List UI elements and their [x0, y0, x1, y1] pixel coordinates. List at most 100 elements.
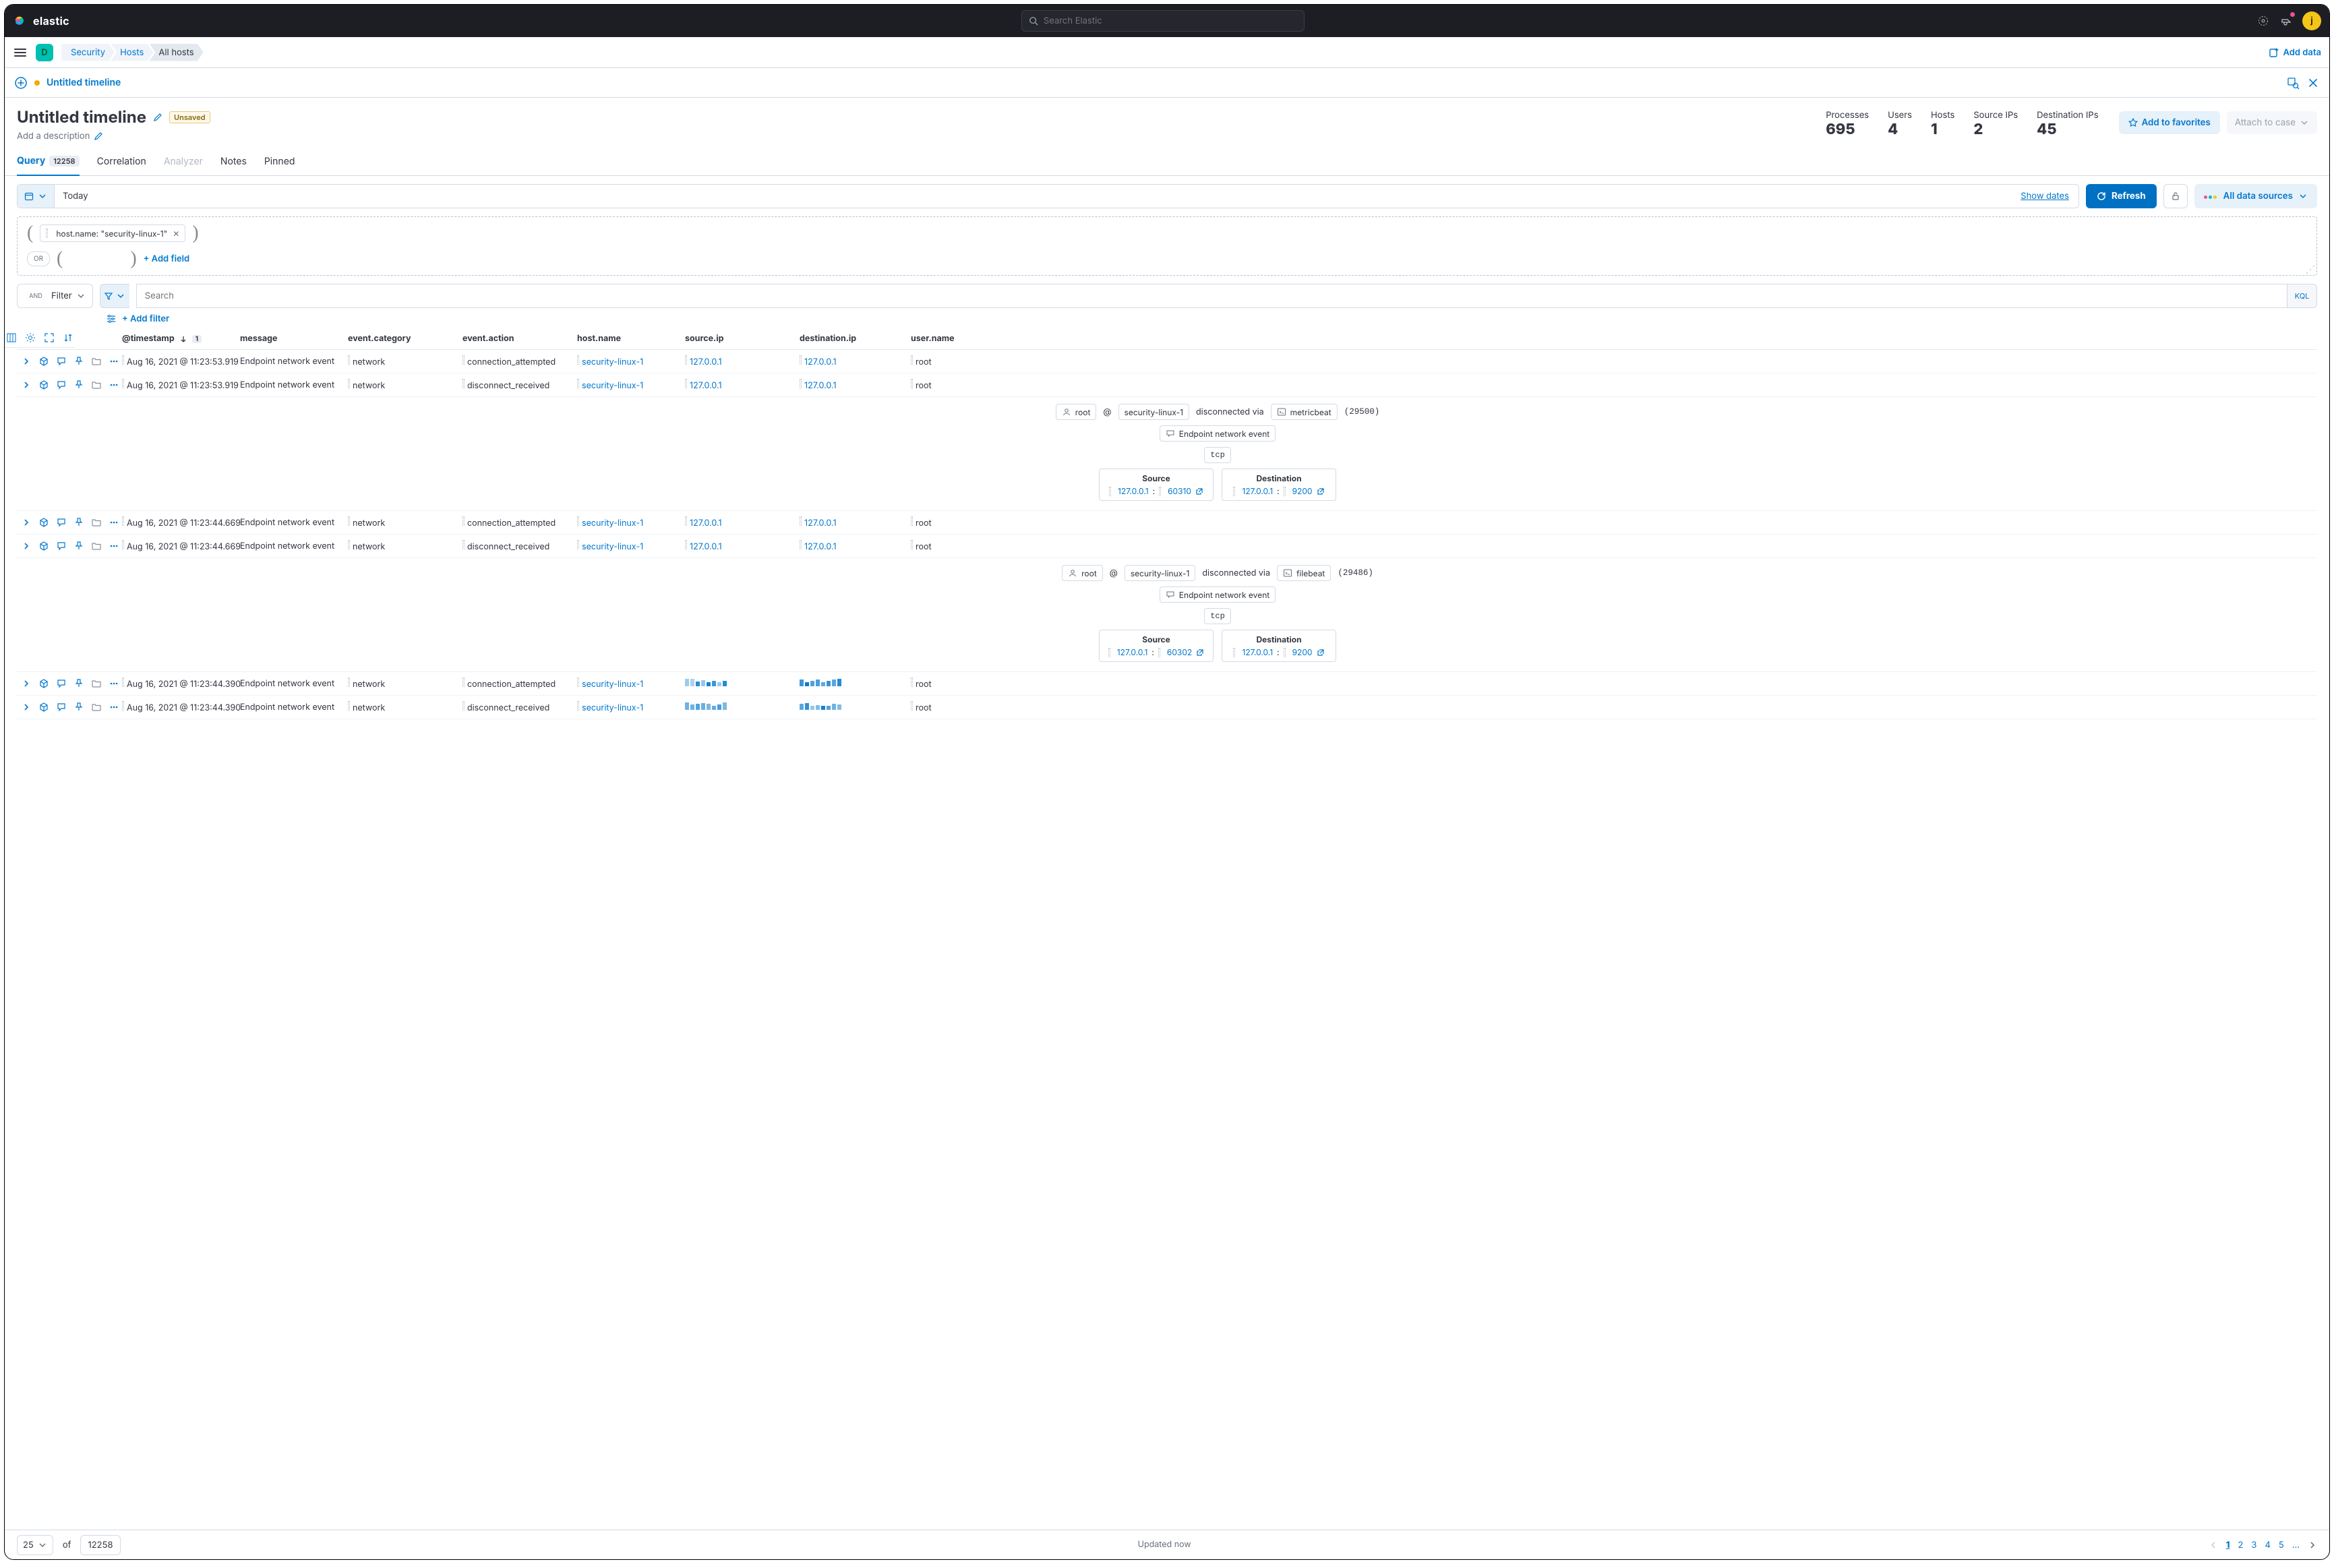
pager-page-1[interactable]: 1: [2226, 1540, 2230, 1550]
pin-event-button[interactable]: [73, 702, 84, 713]
add-note-button[interactable]: [56, 380, 67, 390]
drag-handle-icon[interactable]: [122, 516, 124, 526]
drag-handle-icon[interactable]: [911, 701, 913, 711]
cell-host[interactable]: security-linux-1: [573, 511, 681, 535]
tab-pinned[interactable]: Pinned: [264, 148, 295, 175]
drag-handle-icon[interactable]: [46, 229, 48, 238]
date-range-label[interactable]: Today: [55, 185, 96, 208]
dest-port-link[interactable]: 9200: [1292, 486, 1313, 496]
add-field-link[interactable]: + Add field: [144, 253, 190, 264]
chip-proto[interactable]: tcp: [1204, 608, 1231, 624]
dest-ip-link[interactable]: 127.0.0.1: [1242, 486, 1273, 496]
add-note-button[interactable]: [56, 678, 67, 689]
new-timeline-button[interactable]: [14, 76, 28, 90]
view-details-button[interactable]: [91, 702, 102, 713]
drag-handle-icon[interactable]: [800, 355, 802, 365]
drag-handle-icon[interactable]: [685, 516, 687, 526]
drag-handle-icon[interactable]: [462, 701, 465, 711]
expand-row-button[interactable]: [21, 380, 32, 390]
expand-row-button[interactable]: [21, 678, 32, 689]
drag-handle-icon[interactable]: [122, 701, 124, 711]
drag-handle-icon[interactable]: [122, 355, 124, 365]
drag-handle-icon[interactable]: [577, 379, 579, 388]
cell-host[interactable]: security-linux-1: [573, 373, 681, 397]
add-note-button[interactable]: [56, 356, 67, 367]
col-category[interactable]: event.category: [344, 328, 458, 350]
crumb-all-hosts[interactable]: All hosts: [149, 44, 203, 61]
drag-handle-icon[interactable]: [348, 677, 350, 687]
drag-handle-icon[interactable]: [800, 516, 802, 526]
drag-handle-icon[interactable]: [462, 355, 465, 365]
chip-user[interactable]: root: [1056, 404, 1097, 420]
chip-host[interactable]: security-linux-1: [1118, 404, 1190, 420]
cell-host[interactable]: security-linux-1: [573, 535, 681, 558]
drag-handle-icon[interactable]: [122, 540, 124, 549]
view-details-button[interactable]: [91, 517, 102, 528]
crumb-hosts[interactable]: Hosts: [111, 44, 153, 61]
pin-event-button[interactable]: [73, 517, 84, 528]
source-port-link[interactable]: 60310: [1168, 486, 1191, 496]
chip-host[interactable]: security-linux-1: [1125, 565, 1196, 581]
drag-handle-icon[interactable]: [911, 379, 913, 388]
filter-settings-button[interactable]: [106, 313, 117, 324]
add-note-button[interactable]: [56, 702, 67, 713]
drag-handle-icon[interactable]: [122, 677, 124, 687]
cell-source-ip[interactable]: [681, 696, 796, 719]
dest-ip-link[interactable]: 127.0.0.1: [1242, 647, 1273, 657]
dest-port-link[interactable]: 9200: [1292, 647, 1313, 657]
drag-handle-icon[interactable]: [577, 677, 579, 687]
expand-row-button[interactable]: [21, 356, 32, 367]
drag-handle-icon[interactable]: [122, 379, 124, 388]
drag-handle-icon[interactable]: [911, 516, 913, 526]
data-sources-button[interactable]: All data sources: [2194, 184, 2317, 208]
chip-summary[interactable]: Endpoint network event: [1160, 586, 1276, 603]
cell-source-ip[interactable]: 127.0.0.1: [681, 350, 796, 373]
col-destip[interactable]: destination.ip: [796, 328, 907, 350]
drag-handle-icon[interactable]: [577, 540, 579, 549]
remove-filter-button[interactable]: ✕: [173, 229, 179, 239]
cell-dest-ip[interactable]: 127.0.0.1: [796, 511, 907, 535]
col-user[interactable]: user.name: [907, 328, 2317, 350]
elastic-logo[interactable]: elastic: [13, 13, 69, 28]
drag-handle-icon[interactable]: [348, 701, 350, 711]
inspect-button[interactable]: [2286, 76, 2300, 90]
global-search-input[interactable]: [1044, 16, 1297, 26]
source-ip-link[interactable]: 127.0.0.1: [1118, 486, 1149, 496]
analyze-event-button[interactable]: [38, 380, 49, 390]
resize-handle-icon[interactable]: ⋰: [2306, 264, 2315, 275]
expand-row-button[interactable]: [21, 702, 32, 713]
pin-event-button[interactable]: [73, 356, 84, 367]
drag-handle-icon[interactable]: [911, 540, 913, 549]
add-filter-link[interactable]: + Add filter: [122, 313, 169, 324]
pin-event-button[interactable]: [73, 678, 84, 689]
analyze-event-button[interactable]: [38, 702, 49, 713]
chip-process[interactable]: metricbeat: [1271, 404, 1338, 420]
chip-proto[interactable]: tcp: [1204, 447, 1231, 463]
analyze-event-button[interactable]: [38, 541, 49, 551]
cell-source-ip[interactable]: [681, 672, 796, 696]
col-timestamp[interactable]: @timestamp 1: [118, 328, 236, 350]
timeline-name-link[interactable]: Untitled timeline: [47, 77, 121, 88]
nav-menu-toggle[interactable]: [13, 45, 28, 60]
drag-handle-icon[interactable]: [348, 540, 350, 549]
drag-handle-icon[interactable]: [348, 516, 350, 526]
drag-handle-icon[interactable]: [577, 701, 579, 711]
more-actions-button[interactable]: [109, 517, 119, 528]
crumb-security[interactable]: Security: [61, 44, 115, 61]
drag-handle-icon[interactable]: [462, 677, 465, 687]
page-size-select[interactable]: 25: [17, 1535, 53, 1555]
drag-handle-icon[interactable]: [462, 540, 465, 549]
logic-or[interactable]: OR: [27, 251, 50, 266]
cell-dest-ip[interactable]: [796, 672, 907, 696]
sort-button[interactable]: [61, 331, 75, 344]
pin-event-button[interactable]: [73, 380, 84, 390]
newsfeed-icon[interactable]: [2279, 14, 2293, 28]
tab-query[interactable]: Query 12258: [17, 148, 80, 176]
add-to-favorites-button[interactable]: Add to favorites: [2119, 111, 2220, 134]
filter-pill-hostname[interactable]: host.name: "security-linux-1" ✕: [40, 224, 185, 242]
col-action[interactable]: event.action: [458, 328, 573, 350]
cell-source-ip[interactable]: 127.0.0.1: [681, 511, 796, 535]
view-details-button[interactable]: [91, 541, 102, 551]
global-search[interactable]: [1021, 10, 1305, 32]
help-icon[interactable]: [2256, 14, 2270, 28]
